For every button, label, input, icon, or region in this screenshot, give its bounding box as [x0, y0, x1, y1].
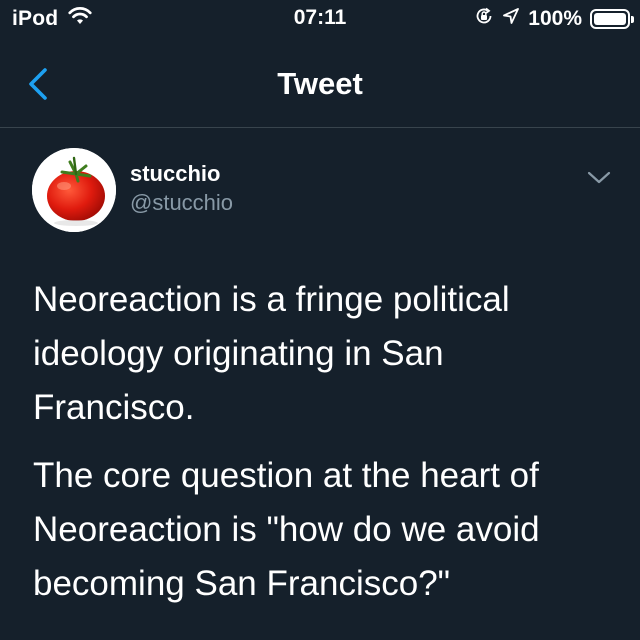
author-names[interactable]: stucchio @stucchio	[130, 160, 233, 218]
author-display-name: stucchio	[130, 161, 221, 186]
tweet-author-row: stucchio @stucchio	[0, 128, 640, 248]
tweet-menu-button[interactable]	[584, 166, 614, 190]
tweet-paragraph: The core question at the heart of Neorea…	[33, 456, 540, 603]
chevron-down-icon	[587, 171, 611, 184]
battery-icon	[590, 9, 634, 29]
navigation-bar: Tweet	[0, 42, 640, 128]
battery-cap	[631, 16, 634, 23]
location-icon	[502, 7, 520, 31]
battery-fill	[594, 13, 626, 25]
status-right: 100%	[474, 6, 634, 32]
page-title: Tweet	[277, 66, 363, 101]
tomato-avatar-image	[32, 148, 116, 232]
tweet-paragraph: Neoreaction is a fringe political ideolo…	[33, 280, 510, 427]
tweet: stucchio @stucchio Neoreaction is a frin…	[0, 128, 640, 603]
tweet-detail-screen: iPod 07:11 100% Tweet stucchio @stucchio…	[0, 0, 640, 640]
status-bar: iPod 07:11 100%	[0, 0, 640, 42]
tweet-text: Neoreaction is a fringe political ideolo…	[33, 273, 613, 625]
orientation-lock-icon	[474, 6, 494, 32]
avatar[interactable]	[32, 148, 116, 232]
battery-percent: 100%	[528, 7, 582, 30]
author-handle: @stucchio	[130, 190, 234, 215]
